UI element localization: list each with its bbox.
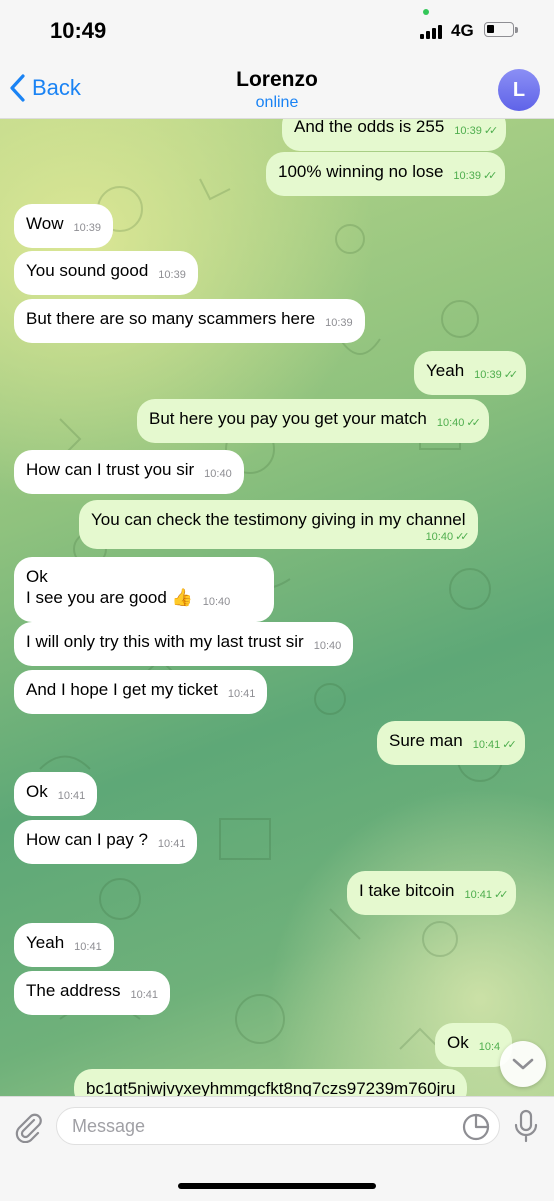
message-bubble-outgoing[interactable]: 100% winning no lose 10:39 ✓✓ bbox=[266, 152, 506, 196]
message-bubble-incoming[interactable]: Yeah 10:41 bbox=[14, 923, 114, 967]
message-text: Wow bbox=[26, 214, 64, 233]
microphone-icon[interactable] bbox=[513, 1109, 539, 1143]
chat-header: Back Lorenzo online L bbox=[0, 60, 554, 119]
battery-cap bbox=[515, 27, 518, 33]
thumbs-up-emoji: 👍 bbox=[171, 588, 193, 607]
message-text: 100% winning no lose bbox=[278, 162, 444, 181]
message-bubble-incoming[interactable]: And I hope I get my ticket 10:41 bbox=[14, 670, 268, 714]
message-text: But there are so many scammers here bbox=[26, 309, 316, 328]
message-time: 10:40 bbox=[436, 417, 465, 429]
message-meta: 10:41 ✓✓ bbox=[464, 885, 509, 906]
status-time: 10:49 bbox=[50, 18, 107, 43]
contact-status: online bbox=[255, 94, 299, 111]
message-text: And the odds is 255 bbox=[294, 119, 445, 136]
message-text: Ok bbox=[26, 782, 48, 801]
read-check-icon: ✓✓ bbox=[483, 125, 499, 137]
message-text: Ok bbox=[447, 1033, 469, 1052]
signal-icon bbox=[420, 23, 446, 39]
message-text: bc1qt5njwjvyxeyhmmgcfkt8nq7czs97239m760j… bbox=[86, 1079, 456, 1096]
read-check-icon: ✓✓ bbox=[493, 889, 509, 901]
status-bar: 10:49 4G bbox=[0, 0, 554, 60]
message-text: You sound good bbox=[26, 261, 149, 280]
message-text: But here you pay you get your match bbox=[149, 409, 427, 428]
message-time: 10:39 bbox=[474, 369, 502, 381]
read-check-icon: ✓✓ bbox=[503, 369, 519, 381]
message-time: 10:41 bbox=[464, 889, 492, 901]
message-bubble-incoming[interactable]: You sound good 10:39 bbox=[14, 251, 198, 295]
message-bubble-incoming[interactable]: How can I trust you sir 10:40 bbox=[14, 450, 244, 494]
chat-area[interactable]: And the odds is 255 10:39 ✓✓ 100% winning … bbox=[0, 119, 554, 1096]
message-text: And I hope I get my ticket bbox=[26, 680, 218, 699]
read-check-icon: ✓✓ bbox=[466, 417, 481, 429]
message-meta: 10:41 ✓✓ bbox=[472, 735, 517, 756]
message-time: 10:41 bbox=[74, 941, 102, 953]
read-check-icon: ✓✓ bbox=[455, 531, 470, 543]
message-text: Sure man bbox=[389, 731, 463, 750]
message-bubble-incoming[interactable]: Ok I see you are good 👍 10:40 bbox=[14, 557, 274, 622]
message-bubble-incoming[interactable]: Wow 10:39 bbox=[14, 204, 114, 248]
message-text: How can I pay ? bbox=[26, 830, 148, 849]
message-time: 10:41 bbox=[57, 790, 86, 802]
message-bubble-incoming[interactable]: How can I pay ? 10:41 bbox=[14, 820, 198, 864]
scroll-to-bottom-button[interactable] bbox=[500, 1041, 546, 1087]
message-time: 10:40 bbox=[425, 531, 454, 543]
chevron-down-icon bbox=[512, 1058, 534, 1070]
active-indicator-dot bbox=[423, 9, 429, 15]
message-time: 10:40 bbox=[204, 468, 232, 480]
message-time: 10:41 bbox=[227, 688, 256, 700]
message-text-line: Ok bbox=[26, 567, 48, 586]
message-bubble-incoming[interactable]: But there are so many scammers here 10:39 bbox=[14, 299, 365, 343]
message-text: You can check the testimony giving in my… bbox=[91, 510, 466, 529]
message-bubble-incoming[interactable]: Ok 10:41 bbox=[14, 772, 98, 816]
message-time: 10:39 bbox=[453, 170, 481, 182]
message-bubble-outgoing[interactable]: You can check the testimony giving in my… bbox=[79, 500, 478, 549]
message-text: I will only try this with my last trust … bbox=[26, 632, 304, 651]
message-time: 10:39 bbox=[454, 125, 482, 137]
message-time: 10:40 bbox=[313, 640, 342, 652]
message-bubble-outgoing[interactable]: But here you pay you get your match 10:40… bbox=[137, 399, 489, 443]
message-time: 10:4 bbox=[478, 1041, 501, 1053]
message-bubble-outgoing[interactable]: Yeah 10:39 ✓✓ bbox=[414, 351, 527, 395]
message-text: The address bbox=[26, 981, 121, 1000]
attachment-paperclip-icon[interactable] bbox=[12, 1111, 44, 1143]
message-meta: 10:39 ✓✓ bbox=[474, 365, 519, 386]
message-bubble-outgoing[interactable]: And the odds is 255 10:39 ✓✓ bbox=[282, 119, 507, 151]
read-check-icon: ✓✓ bbox=[482, 170, 498, 182]
message-bubble-outgoing[interactable]: bc1qt5njwjvyxeyhmmgcfkt8nq7czs97239m760j… bbox=[74, 1069, 468, 1096]
sticker-icon[interactable] bbox=[462, 1113, 490, 1141]
message-text: Yeah bbox=[26, 933, 65, 952]
message-text: I take bitcoin bbox=[359, 881, 455, 900]
message-meta: 10:39 ✓✓ bbox=[454, 121, 499, 142]
message-meta: 10:39 ✓✓ bbox=[453, 166, 498, 187]
message-bubble-incoming[interactable]: The address 10:41 bbox=[14, 971, 171, 1015]
message-meta: 10:40 ✓✓ bbox=[91, 530, 470, 544]
message-text: Yeah bbox=[426, 361, 465, 380]
message-bubble-incoming[interactable]: I will only try this with my last trust … bbox=[14, 622, 354, 666]
message-meta: 10:40 ✓✓ bbox=[436, 413, 481, 434]
message-input[interactable] bbox=[56, 1107, 500, 1145]
network-type: 4G bbox=[451, 21, 474, 40]
message-text-line-wrap: I see you are good 👍 10:40 bbox=[26, 587, 262, 613]
message-time: 10:39 bbox=[158, 269, 186, 281]
message-bubble-outgoing[interactable]: Sure man 10:41 ✓✓ bbox=[377, 721, 525, 765]
message-time: 10:39 bbox=[325, 317, 353, 329]
contact-name[interactable]: Lorenzo bbox=[0, 68, 554, 92]
read-check-icon: ✓✓ bbox=[502, 739, 517, 751]
message-time: 10:39 bbox=[73, 222, 102, 234]
avatar[interactable]: L bbox=[498, 69, 540, 111]
message-text: How can I trust you sir bbox=[26, 460, 195, 479]
message-time: 10:40 bbox=[202, 596, 231, 608]
message-time: 10:41 bbox=[472, 739, 501, 751]
message-text-line: I see you are good bbox=[26, 588, 167, 607]
message-time: 10:41 bbox=[130, 989, 159, 1001]
home-indicator[interactable] bbox=[178, 1183, 376, 1189]
message-time: 10:41 bbox=[157, 838, 186, 850]
message-bubble-outgoing[interactable]: I take bitcoin 10:41 ✓✓ bbox=[347, 871, 517, 915]
battery-icon bbox=[484, 22, 514, 37]
message-meta: 10:4 bbox=[479, 1037, 500, 1058]
